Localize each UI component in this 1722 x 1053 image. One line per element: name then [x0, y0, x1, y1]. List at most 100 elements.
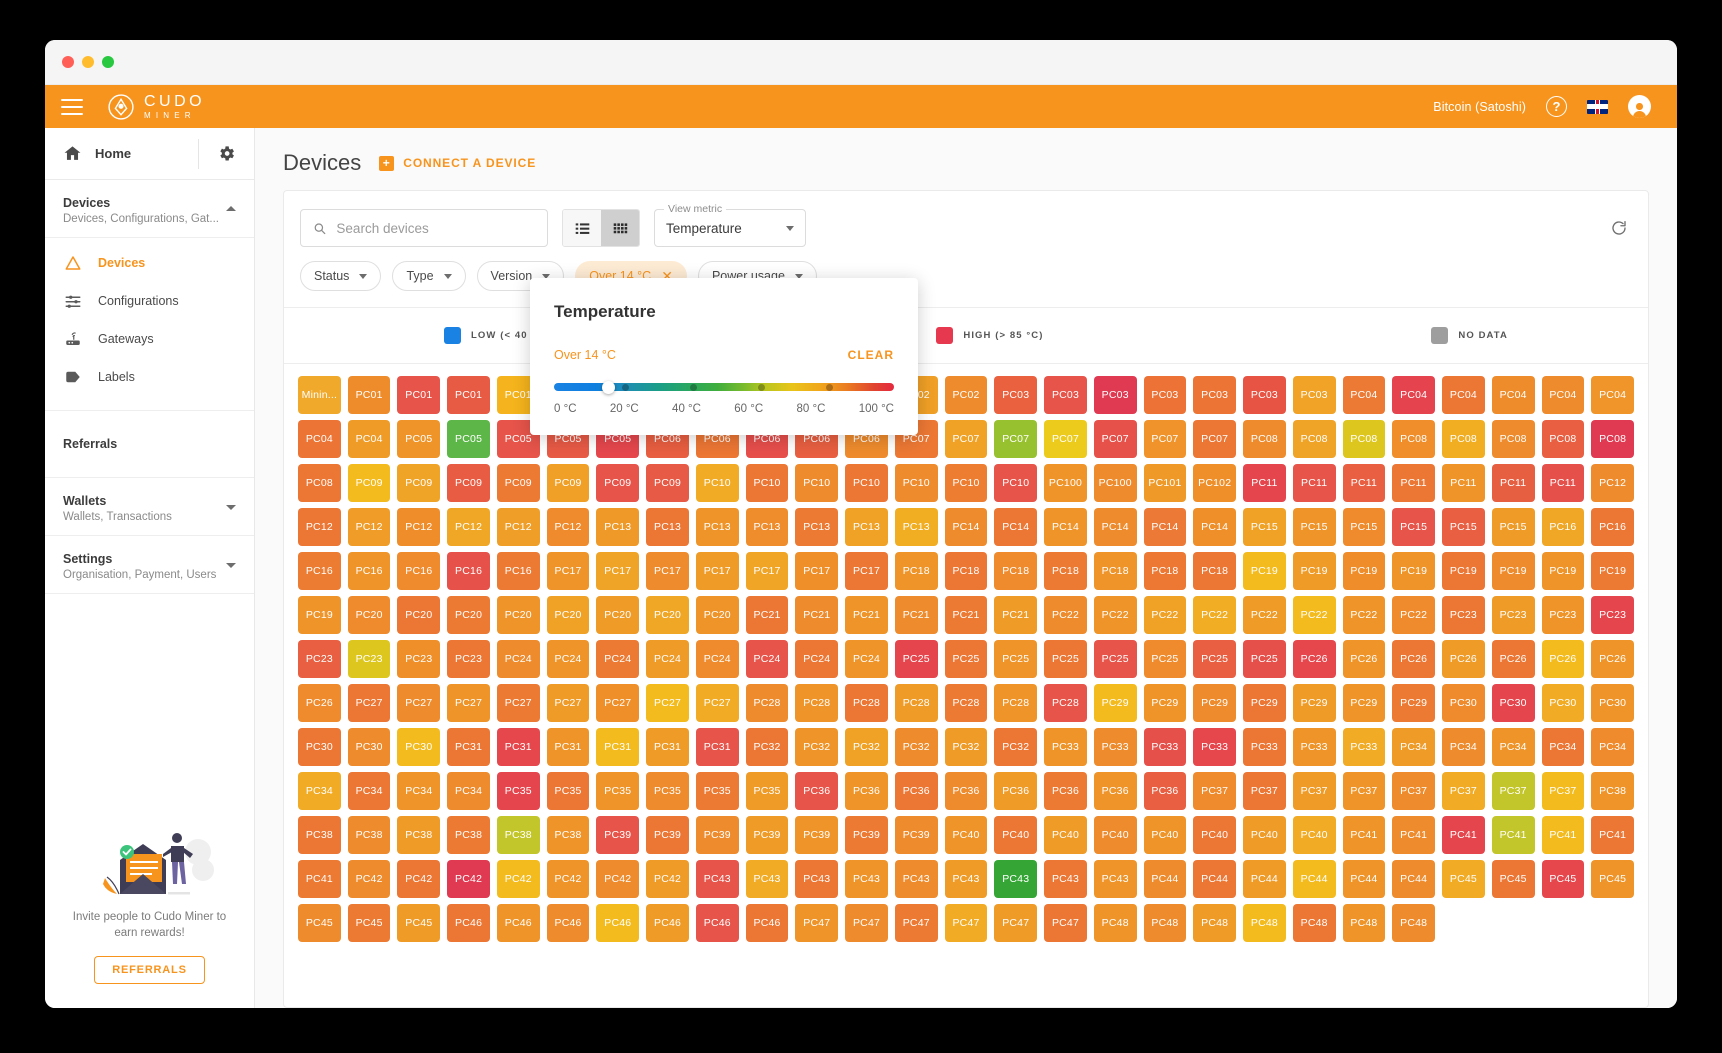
device-cell[interactable]: PC21 [994, 596, 1038, 634]
device-cell[interactable]: PC14 [994, 508, 1038, 546]
device-cell[interactable]: PC04 [1541, 376, 1585, 414]
device-cell[interactable]: PC48 [1143, 904, 1187, 942]
device-cell[interactable]: PC47 [845, 904, 888, 942]
device-cell[interactable]: PC26 [1491, 640, 1535, 678]
device-cell[interactable]: PC11 [1243, 464, 1286, 502]
device-cell[interactable]: PC35 [596, 772, 640, 810]
device-cell[interactable]: PC33 [1093, 728, 1137, 766]
device-cell[interactable]: PC18 [1193, 552, 1237, 590]
device-cell[interactable]: PC47 [894, 904, 938, 942]
device-cell[interactable]: PC24 [845, 640, 888, 678]
device-cell[interactable]: PC22 [1193, 596, 1237, 634]
device-cell[interactable]: PC08 [1342, 420, 1386, 458]
device-cell[interactable]: PC40 [994, 816, 1038, 854]
device-cell[interactable]: PC38 [298, 816, 341, 854]
device-cell[interactable]: PC42 [546, 860, 590, 898]
device-cell[interactable]: PC15 [1342, 508, 1386, 546]
device-cell[interactable]: PC13 [845, 508, 888, 546]
device-cell[interactable]: PC26 [1292, 640, 1336, 678]
device-cell[interactable]: PC15 [1491, 508, 1535, 546]
device-cell[interactable]: PC07 [1093, 420, 1137, 458]
device-cell[interactable]: PC07 [994, 420, 1038, 458]
device-cell[interactable]: PC41 [1342, 816, 1386, 854]
device-cell[interactable]: PC21 [944, 596, 988, 634]
device-cell[interactable]: PC42 [646, 860, 689, 898]
device-cell[interactable]: PC08 [1392, 420, 1436, 458]
device-cell[interactable]: PC27 [646, 684, 689, 722]
device-cell[interactable]: PC20 [646, 596, 689, 634]
device-cell[interactable]: PC42 [496, 860, 540, 898]
device-cell[interactable]: PC46 [695, 904, 739, 942]
device-cell[interactable]: PC43 [894, 860, 938, 898]
device-cell[interactable]: PC01 [347, 376, 391, 414]
device-cell[interactable]: PC48 [1292, 904, 1336, 942]
device-cell[interactable]: PC09 [347, 464, 391, 502]
device-cell[interactable]: PC12 [496, 508, 540, 546]
device-cell[interactable]: PC31 [496, 728, 540, 766]
chevron-up-icon[interactable] [226, 205, 236, 211]
device-cell[interactable]: PC43 [795, 860, 839, 898]
device-cell[interactable]: PC45 [397, 904, 441, 942]
device-cell[interactable]: PC16 [1591, 508, 1634, 546]
device-cell[interactable]: PC39 [894, 816, 938, 854]
device-cell[interactable]: PC28 [894, 684, 938, 722]
device-cell[interactable]: PC24 [496, 640, 540, 678]
device-cell[interactable]: PC37 [1491, 772, 1535, 810]
device-cell[interactable]: PC16 [496, 552, 540, 590]
device-cell[interactable]: PC41 [1541, 816, 1585, 854]
device-cell[interactable]: PC12 [397, 508, 441, 546]
device-cell[interactable]: PC43 [1093, 860, 1137, 898]
device-cell[interactable]: PC29 [1093, 684, 1137, 722]
device-cell[interactable]: PC40 [1193, 816, 1237, 854]
device-cell[interactable]: PC46 [447, 904, 490, 942]
device-cell[interactable]: PC20 [546, 596, 590, 634]
filter-chip-status[interactable]: Status [300, 261, 382, 291]
device-cell[interactable]: PC43 [845, 860, 888, 898]
device-cell[interactable]: PC30 [397, 728, 441, 766]
hamburger-menu-icon[interactable] [61, 98, 83, 115]
device-cell[interactable]: PC48 [1392, 904, 1436, 942]
device-cell[interactable]: PC25 [1143, 640, 1187, 678]
device-cell[interactable]: PC09 [397, 464, 441, 502]
minimize-window-button[interactable] [82, 56, 94, 68]
sidebar-item-labels[interactable]: Labels [45, 358, 254, 396]
device-cell[interactable]: PC11 [1342, 464, 1386, 502]
device-cell[interactable]: PC16 [397, 552, 441, 590]
device-cell[interactable]: PC34 [1491, 728, 1535, 766]
device-cell[interactable]: PC39 [695, 816, 739, 854]
device-cell[interactable]: PC44 [1193, 860, 1237, 898]
device-cell[interactable]: PC04 [1392, 376, 1436, 414]
device-cell[interactable]: PC23 [347, 640, 391, 678]
device-cell[interactable]: PC12 [1591, 464, 1634, 502]
device-cell[interactable]: PC14 [1143, 508, 1187, 546]
device-cell[interactable]: PC48 [1342, 904, 1386, 942]
device-cell[interactable]: PC34 [347, 772, 391, 810]
device-cell[interactable]: PC39 [795, 816, 839, 854]
device-cell[interactable]: PC13 [646, 508, 689, 546]
device-cell[interactable]: PC32 [994, 728, 1038, 766]
device-cell[interactable]: Minin... [298, 376, 341, 414]
device-cell[interactable]: PC102 [1193, 464, 1237, 502]
device-cell[interactable]: PC19 [1442, 552, 1485, 590]
device-cell[interactable]: PC28 [994, 684, 1038, 722]
search-input[interactable] [336, 220, 535, 236]
device-cell[interactable]: PC22 [1143, 596, 1187, 634]
device-cell[interactable]: PC04 [1442, 376, 1485, 414]
device-cell[interactable]: PC17 [546, 552, 590, 590]
device-cell[interactable]: PC28 [745, 684, 789, 722]
device-cell[interactable]: PC22 [1342, 596, 1386, 634]
device-cell[interactable]: PC20 [347, 596, 391, 634]
device-cell[interactable]: PC10 [894, 464, 938, 502]
device-cell[interactable]: PC22 [1044, 596, 1087, 634]
device-cell[interactable]: PC48 [1193, 904, 1237, 942]
device-cell[interactable]: PC46 [496, 904, 540, 942]
device-cell[interactable]: PC20 [695, 596, 739, 634]
device-cell[interactable]: PC41 [1392, 816, 1436, 854]
search-devices-field[interactable] [300, 209, 548, 247]
device-cell[interactable]: PC44 [1143, 860, 1187, 898]
help-icon[interactable]: ? [1546, 96, 1567, 117]
device-cell[interactable]: PC42 [347, 860, 391, 898]
device-cell[interactable]: PC08 [1442, 420, 1485, 458]
filter-chip-type[interactable]: Type [392, 261, 466, 291]
device-cell[interactable]: PC42 [447, 860, 490, 898]
